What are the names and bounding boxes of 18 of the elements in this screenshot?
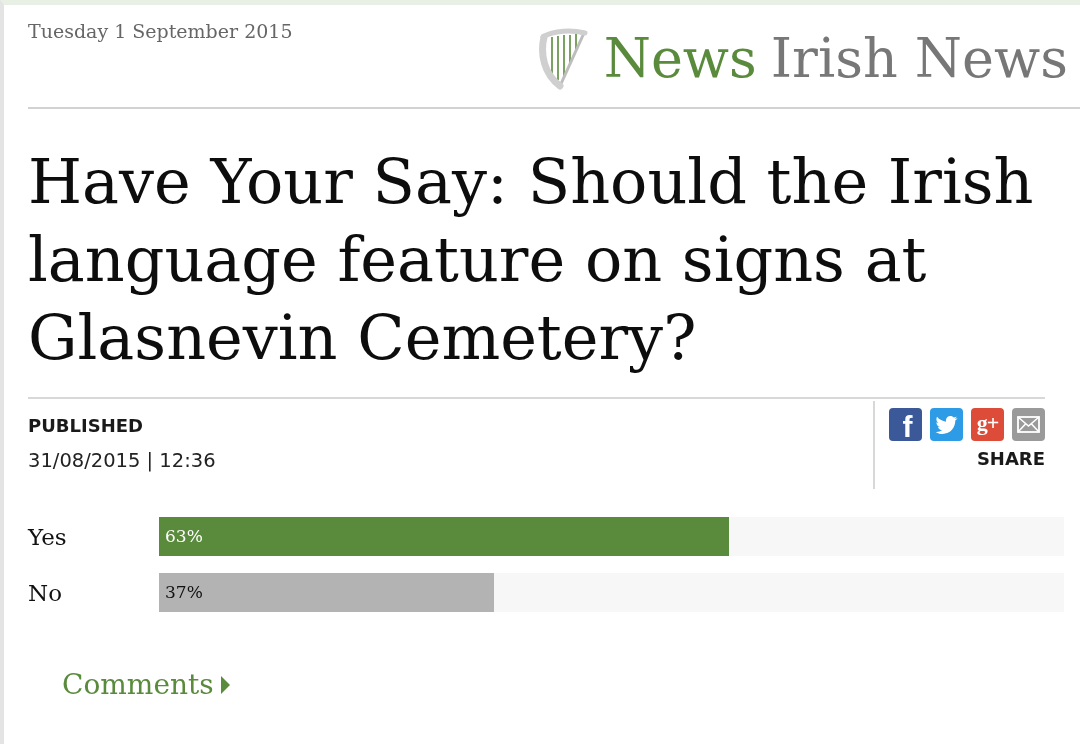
caret-icon: [220, 676, 230, 694]
result-bar: 37%: [159, 573, 494, 612]
published-date: 31/08/2015 | 12:36: [28, 449, 217, 473]
envelope-icon[interactable]: [1012, 408, 1045, 441]
share-label: SHARE: [976, 447, 1045, 471]
poll-option-label: Yes: [28, 522, 68, 552]
result-bar: 63%: [159, 517, 730, 556]
headline: Have Your Say: Should the Irish language feature on signs at Glasnevin Cemetery?: [28, 144, 1035, 376]
harp-icon: [537, 28, 588, 90]
logo-text: News: [603, 27, 757, 91]
published-label: PUBLISHED: [28, 414, 144, 438]
google-plus-share-button[interactable]: g+: [971, 408, 1004, 441]
poll-option-label: No: [28, 578, 63, 608]
comments-link[interactable]: Comments: [62, 667, 230, 703]
facebook-share-button[interactable]: f: [889, 408, 922, 441]
twitter-icon[interactable]: [930, 408, 963, 441]
logo-text: Irish News: [770, 27, 1068, 91]
date-text: Tuesday 1 September 2015: [28, 20, 293, 42]
